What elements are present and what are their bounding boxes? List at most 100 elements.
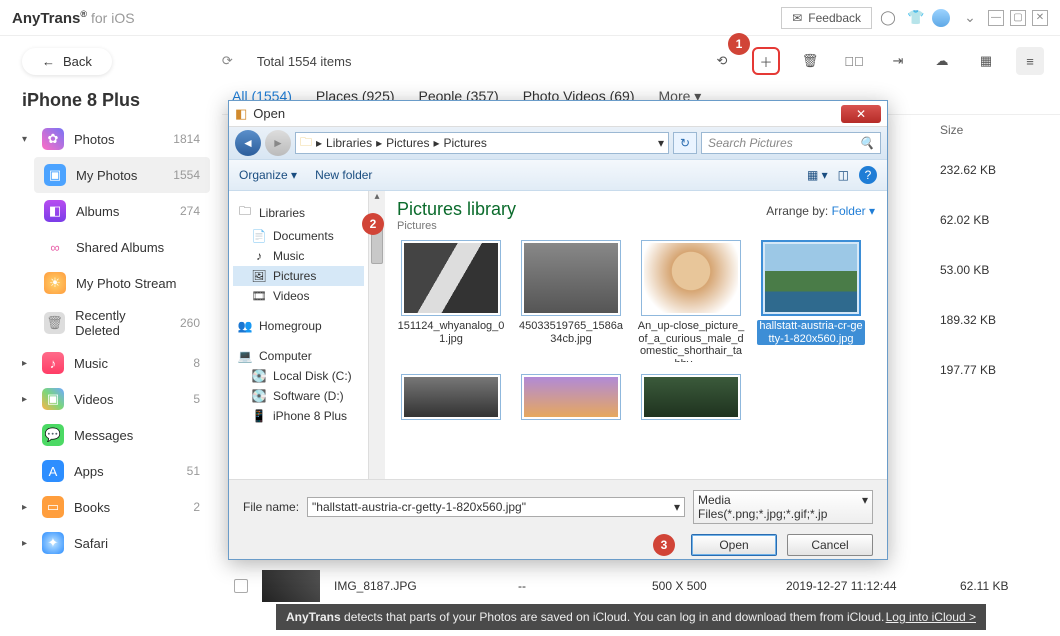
checkbox[interactable] [234,579,248,593]
view-options-icon[interactable]: ▦ ▾ [807,168,828,182]
back-label: Back [63,54,92,69]
nav-back-button[interactable]: ◄ [235,130,261,156]
path-segment[interactable]: Pictures [386,136,429,150]
sidebar-item-music[interactable]: ▸ ♪ Music 8 [12,345,210,381]
document-icon: 📄 [251,229,267,243]
refresh-icon[interactable]: ⟳ [222,53,233,69]
sidebar-item-my-photos[interactable]: ▣ My Photos 1554 [34,157,210,193]
sidebar-label: My Photo Stream [76,276,176,291]
file-item[interactable]: An_up-close_picture_of_a_curious_male_do… [637,240,745,362]
file-item[interactable] [517,374,625,420]
path-refresh-button[interactable]: ↻ [673,132,697,154]
search-input[interactable]: Search Pictures 🔍 [701,132,881,154]
date-cell: 2019-12-27 11:12:44 [786,579,946,593]
titlebar: AnyTrans® for iOS ✉ Feedback ◯ 👕 ⌄ — ▢ ✕ [0,0,1060,36]
tree-pictures[interactable]: 🖼Pictures [233,266,364,286]
arrange-by[interactable]: Arrange by: Folder ▾ [766,204,875,218]
tree-scrollbar[interactable]: ▴ 2 [369,191,385,479]
sidebar-item-videos[interactable]: ▸ ▣ Videos 5 [12,381,210,417]
row-thumbnail [262,570,320,602]
dialog-navbar: ◄ ► 🗀 ▸Libraries ▸Pictures ▸Pictures ▾ ↻… [229,127,887,159]
chevron-right-icon: ▸ [22,538,32,549]
path-breadcrumb[interactable]: 🗀 ▸Libraries ▸Pictures ▸Pictures ▾ [295,132,669,154]
sidebar-item-apps[interactable]: ▸ A Apps 51 [12,453,210,489]
file-item[interactable]: 151124_whyanalog_01.jpg [397,240,505,362]
tree-documents[interactable]: 📄Documents [233,226,364,246]
cancel-button[interactable]: Cancel [787,534,873,556]
total-items: Total 1554 items [257,54,352,69]
sidebar-item-albums[interactable]: ◧ Albums 274 [34,193,210,229]
back-button[interactable]: ← Back [22,48,112,75]
sidebar-item-photo-stream[interactable]: ☀ My Photo Stream [34,265,210,301]
sidebar-count: 5 [193,392,200,406]
sidebar-item-photos[interactable]: ▾ ✿ Photos 1814 [12,121,210,157]
notice-text: detects that parts of your Photos are sa… [341,610,885,624]
sidebar-item-messages[interactable]: ▸ 💬 Messages [12,417,210,453]
callout-2: 2 [362,213,384,235]
tree-videos[interactable]: 🎞Videos [233,286,364,306]
maximize-button[interactable]: ▢ [1010,10,1026,26]
file-type-combo[interactable]: Media Files(*.png;*.jpg;*.gif;*.jp▾ [693,490,873,524]
sidebar-count: 51 [187,464,200,478]
sidebar-label: Safari [74,536,108,551]
search-icon: 🔍 [859,136,874,150]
tree-software-disk[interactable]: 💽Software (D:) [233,386,364,406]
help-icon[interactable]: ◯ [876,9,900,26]
path-segment[interactable]: Pictures [444,136,487,150]
folder-tree: 🗀Libraries 📄Documents ♪Music 🖼Pictures 🎞… [229,191,369,479]
dash-cell: -- [518,579,638,593]
nav-forward-button[interactable]: ► [265,130,291,156]
trash-icon[interactable]: 🗑 [796,47,824,75]
organize-button[interactable]: Organize ▾ [239,168,297,182]
close-button[interactable]: ✕ [1032,10,1048,26]
sidebar-item-books[interactable]: ▸ ▭ Books 2 [12,489,210,525]
size-header[interactable]: Size [940,123,1050,137]
help-icon[interactable]: ? [859,166,877,184]
sidebar-label: Messages [74,428,133,443]
to-cloud-icon[interactable]: ☁ [928,47,956,75]
arrow-left-icon: ← [42,54,55,69]
tree-homegroup[interactable]: 👥Homegroup [233,316,364,336]
sidebar-label: Videos [74,392,114,407]
tree-computer[interactable]: 💻Computer [233,346,364,366]
path-segment[interactable]: Libraries [326,136,372,150]
preview-pane-icon[interactable]: ◫ [838,168,849,182]
feedback-button[interactable]: ✉ Feedback [781,7,872,29]
dialog-close-button[interactable]: ✕ [841,105,881,123]
sidebar-item-recently-deleted[interactable]: 🗑 Recently Deleted 260 [34,301,210,345]
file-item-selected[interactable]: hallstatt-austria-cr-getty-1-820x560.jpg [757,240,865,362]
table-row-last[interactable]: IMG_8187.JPG -- 500 X 500 2019-12-27 11:… [234,570,1044,602]
computer-icon: 💻 [237,349,253,363]
to-device-icon[interactable]: ⇥ [884,47,912,75]
tree-local-disk[interactable]: 💽Local Disk (C:) [233,366,364,386]
size-cell: 189.32 KB [940,313,1050,327]
chevron-down-icon[interactable]: ⌄ [958,9,982,26]
grid-view-icon[interactable]: ▦ [972,47,1000,75]
shirt-icon[interactable]: 👕 [904,9,928,26]
apps-icon: A [42,460,64,482]
login-icloud-link[interactable]: Log into iCloud > [886,610,976,624]
list-view-icon[interactable]: ≡ [1016,47,1044,75]
dialog-title: Open [253,106,285,121]
sidebar-item-shared-albums[interactable]: ∞ Shared Albums [34,229,210,265]
tree-iphone[interactable]: 📱iPhone 8 Plus [233,406,364,426]
sidebar-count: 260 [180,316,200,330]
sidebar-item-safari[interactable]: ▸ ✦ Safari [12,525,210,561]
toolbar: ← Back ⟳ Total 1554 items ⟲ ＋ 1 🗑 ⬇⃞ ⇥ ☁… [0,36,1060,86]
dialog-titlebar: ◧ Open ✕ [229,101,887,127]
new-folder-button[interactable]: New folder [315,168,372,182]
filename-input[interactable]: "hallstatt-austria-cr-getty-1-820x560.jp… [307,497,685,517]
sidebar-label: Shared Albums [76,240,164,255]
avatar[interactable] [932,9,950,27]
to-pc-icon[interactable]: ⬇⃞ [840,47,868,75]
tree-libraries[interactable]: 🗀Libraries [233,199,364,226]
add-button[interactable]: ＋ 1 [752,47,780,75]
libraries-icon: 🗀 [237,202,253,223]
sidebar-label: Recently Deleted [75,308,170,338]
tree-music[interactable]: ♪Music [233,246,364,266]
file-item[interactable] [397,374,505,420]
file-item[interactable] [637,374,745,420]
minimize-button[interactable]: — [988,10,1004,26]
file-item[interactable]: 45033519765_1586a34cb.jpg [517,240,625,362]
open-button[interactable]: Open [691,534,777,556]
